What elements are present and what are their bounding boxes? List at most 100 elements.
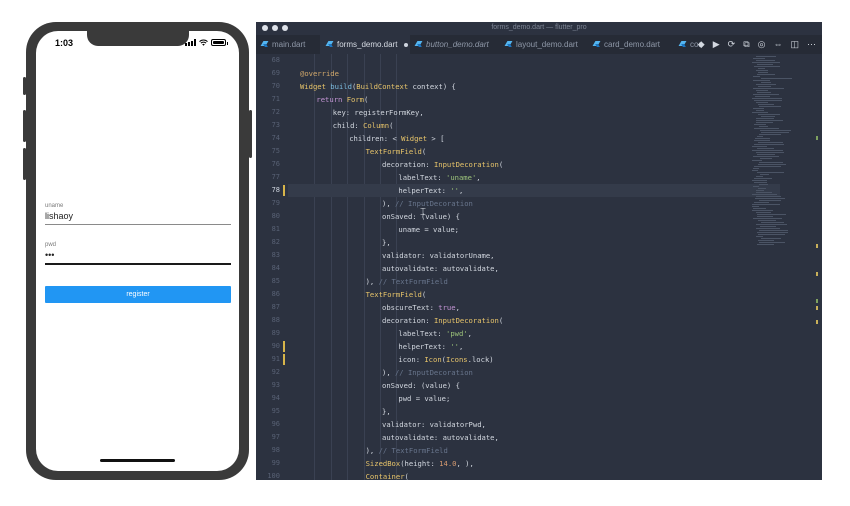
code-line[interactable]: onSaved: (value) { [300,379,460,392]
code-token: , [458,186,464,195]
minimap-line [757,216,773,217]
minimap-line [753,58,765,59]
run-icon[interactable]: ▶ [713,40,720,49]
code-token: Widget [401,134,428,143]
minimap-line [756,236,763,237]
uname-input[interactable]: lishaoy [45,211,231,221]
flutter-outline-icon[interactable]: ◆ [698,40,705,49]
line-number: 74 [271,134,280,142]
code-line[interactable]: pwd = value; [300,392,450,405]
code-line[interactable]: icon: Icon(Icons.lock) [300,353,493,366]
minimap-line [758,114,780,115]
code-line[interactable]: }, [300,405,391,418]
title-bar: forms_demo.dart — flutter_pro [256,22,822,35]
home-indicator[interactable] [100,459,175,462]
code-line[interactable]: ), // InputDecoration [300,197,473,210]
code-line[interactable]: ), // TextFormField [300,444,448,457]
minimap-line [759,200,781,201]
minimap-line [754,202,769,203]
code-line[interactable]: labelText: 'uname', [300,171,481,184]
code-line[interactable]: TextFormField( [300,288,427,301]
code-line[interactable]: return Form( [300,93,368,106]
code-line[interactable]: child: Column( [300,119,394,132]
code-area[interactable]: @override Widget build(BuildContext conte… [288,54,780,480]
code-line[interactable]: onSaved: (value) { [300,210,460,223]
code-line[interactable]: decoration: InputDecoration( [300,314,503,327]
tab-main-dart[interactable]: main.dart [256,35,320,54]
minimap[interactable] [748,54,822,480]
code-token: TextFormField [365,147,422,156]
code-line[interactable]: validator: validatorPwd, [300,418,486,431]
code-token: }, [382,238,391,247]
code-line[interactable]: TextFormField( [300,145,427,158]
more-icon[interactable]: ⋯ [807,40,816,49]
uname-field[interactable]: uname lishaoy [45,203,231,225]
code-token: , [458,342,464,351]
tab-layout-demo-dart[interactable]: layout_demo.dart [502,35,590,54]
code-token: 'uname' [446,173,477,182]
code-token: Form [346,95,364,104]
code-line[interactable]: validator: validatorUname, [300,249,495,262]
code-line[interactable]: }, [300,236,391,249]
code-line[interactable]: autovalidate: autovalidate, [300,431,499,444]
register-button[interactable]: register [45,286,231,303]
pwd-field[interactable]: pwd ••• [45,242,231,265]
code-line[interactable]: ), // TextFormField [300,275,448,288]
tab-button-demo-dart[interactable]: button_demo.dart [410,35,502,54]
minimap-line [757,244,774,245]
debug-icon[interactable]: ⟳ [728,40,736,49]
minimap-line [756,192,772,193]
line-number: 80 [271,212,280,220]
minimap-line [756,176,763,177]
tab-card-demo-dart[interactable]: card_demo.dart [590,35,676,54]
minimap-line [753,80,770,81]
minimap-line [757,154,775,155]
code-line[interactable]: key: registerFormKey, [300,106,424,119]
toggle-view-icon[interactable]: ◎ [758,40,766,49]
code-line[interactable]: decoration: InputDecoration( [300,158,503,171]
minimap-line [757,214,786,215]
modified-line-marker [283,354,285,365]
line-number: 77 [271,173,280,181]
code-token: // TextFormField [378,277,448,286]
code-line[interactable]: @override [300,67,339,80]
line-number: 81 [271,225,280,233]
minimap-line [758,240,774,241]
compare-icon[interactable]: ⧉ [743,40,749,49]
flutter-file-icon [416,41,422,48]
split-editor-icon[interactable]: ◫ [790,40,799,49]
line-number: 93 [271,381,280,389]
code-line[interactable]: autovalidate: autovalidate, [300,262,499,275]
code-token: true [438,303,456,312]
code-line[interactable]: children: < Widget > [ [300,132,444,145]
code-line[interactable]: labelText: 'pwd', [300,327,472,340]
minimap-line [760,158,772,159]
pwd-label: pwd [45,242,57,248]
tab-forms-demo-dart[interactable]: forms_demo.dart [320,35,410,54]
minimap-line [752,146,767,147]
open-preview-icon[interactable]: ⇔ [773,40,782,49]
code-line[interactable]: helperText: '', [300,184,463,197]
code-line[interactable]: SizedBox(height: 14.0, ), [300,457,474,470]
minimap-line [756,228,780,229]
pwd-input[interactable]: ••• [45,250,231,260]
code-token: key: registerFormKey, [332,108,424,117]
code-line[interactable]: helperText: '', [300,340,463,353]
code-token: (height: [400,459,440,468]
line-number: 87 [271,303,280,311]
code-line[interactable]: Container( [300,470,409,480]
minimap-line [753,218,782,219]
code-line[interactable]: obscureText: true, [300,301,460,314]
code-token: , [476,173,481,182]
code-token: // InputDecoration [394,199,473,208]
battery-icon [211,39,228,46]
flutter-file-icon [680,41,686,48]
code-line[interactable]: Widget build(BuildContext context) { [300,80,456,93]
code-line[interactable]: uname = value; [300,223,459,236]
code-token: @override [300,69,339,78]
code-line[interactable]: ), // InputDecoration [300,366,473,379]
volume-up-button [23,110,26,142]
flutter-file-icon [506,41,512,48]
code-token: decoration: [382,316,434,325]
unsaved-dot-icon[interactable] [404,42,409,47]
